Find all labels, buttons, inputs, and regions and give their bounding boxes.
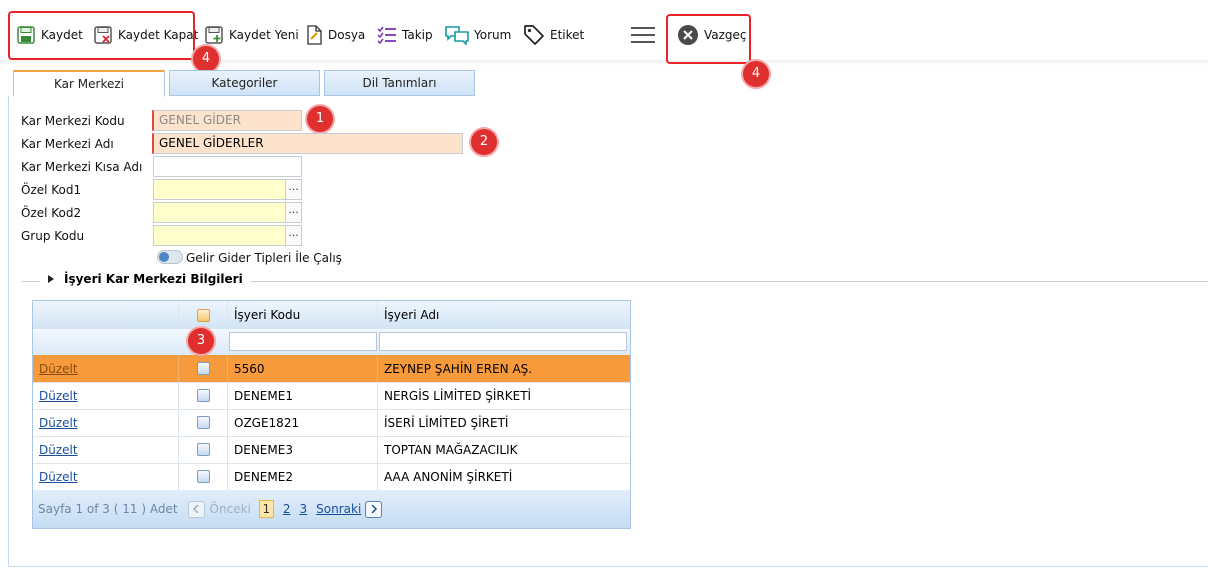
kaydet-yeni-label: Kaydet Yeni <box>229 28 299 42</box>
col-isyeri-kodu[interactable]: İşyeri Kodu <box>228 301 378 329</box>
row-adi: TOPTAN MAĞAZACILIK <box>384 442 518 457</box>
menu-icon[interactable] <box>631 27 655 45</box>
duzelt-link[interactable]: Düzelt <box>39 470 78 484</box>
kisa-adi-input[interactable] <box>153 156 302 177</box>
file-icon <box>307 25 322 45</box>
duzelt-link[interactable]: Düzelt <box>39 443 78 457</box>
badge-4-cancel: 4 <box>743 61 769 87</box>
row-adi: ZEYNEP ŞAHİN EREN AŞ. <box>384 361 533 376</box>
yorum-button[interactable]: Yorum <box>445 22 511 48</box>
adi-label: Kar Merkezi Adı <box>21 137 114 151</box>
takip-label: Takip <box>402 28 433 42</box>
kod-input[interactable]: GENEL GİDER <box>152 110 302 131</box>
chevron-left-icon <box>192 505 199 513</box>
col-isyeri-adi[interactable]: İşyeri Adı <box>378 301 630 329</box>
duzelt-link[interactable]: Düzelt <box>39 362 78 376</box>
etiket-button[interactable]: Etiket <box>523 22 584 48</box>
ozel-kod1-lookup-button[interactable]: ... <box>285 179 302 200</box>
badge-3: 3 <box>188 328 214 354</box>
caret-right-icon <box>48 275 54 283</box>
duzelt-link[interactable]: Düzelt <box>39 389 78 403</box>
dosya-label: Dosya <box>328 28 366 42</box>
comment-icon <box>445 26 469 45</box>
row-kod: DENEME3 <box>228 436 378 463</box>
kod-label: Kar Merkezi Kodu <box>21 114 125 128</box>
kisa-adi-label: Kar Merkezi Kısa Adı <box>21 160 143 174</box>
row-checkbox[interactable] <box>196 443 210 456</box>
checklist-icon <box>377 26 396 45</box>
adi-input[interactable]: GENEL GİDERLER <box>152 133 463 154</box>
grup-kodu-label: Grup Kodu <box>21 229 85 243</box>
ozel-kod2-input[interactable] <box>153 202 286 223</box>
table-row[interactable]: Düzelt DENEME3 TOPTAN MAĞAZACILIK <box>33 436 630 464</box>
dosya-button[interactable]: Dosya <box>305 22 365 48</box>
grid-header-row: İşyeri Kodu İşyeri Adı <box>33 301 630 330</box>
ozel-kod1-input[interactable] <box>153 179 286 200</box>
isyeri-grid: İşyeri Kodu İşyeri Adı Düzelt 5560 ZEYNE… <box>32 300 631 529</box>
prev-page-label: Önceki <box>209 502 251 516</box>
pager: Sayfa 1 of 3 ( 11 ) Adet Önceki 1 2 3 So… <box>33 490 630 528</box>
table-row[interactable]: Düzelt 5560 ZEYNEP ŞAHİN EREN AŞ. <box>33 355 630 383</box>
save-new-icon <box>205 26 223 44</box>
section-header[interactable]: İşyeri Kar Merkezi Bilgileri <box>40 272 251 286</box>
ozel-kod1-label: Özel Kod1 <box>21 183 82 197</box>
gelir-gider-toggle[interactable] <box>157 250 183 264</box>
tab-kategoriler[interactable]: Kategoriler <box>169 70 320 96</box>
highlight-cancel <box>666 14 751 64</box>
page-1[interactable]: 1 <box>258 500 274 518</box>
row-adi: NERGİS LİMİTED ŞİRKETİ <box>384 388 532 403</box>
table-row[interactable]: Düzelt OZGE1821 İSERİ LİMİTED ŞİRETİ <box>33 409 630 437</box>
kaydet-yeni-button[interactable]: Kaydet Yeni <box>204 22 299 48</box>
section-title: İşyeri Kar Merkezi Bilgileri <box>64 272 243 286</box>
filter-row <box>33 329 630 356</box>
tab-kar-merkezi[interactable]: Kar Merkezi <box>13 70 165 97</box>
page-3[interactable]: 3 <box>300 502 308 516</box>
row-adi: İSERİ LİMİTED ŞİRETİ <box>384 415 509 430</box>
tab-dil-tanimlari[interactable]: Dil Tanımları <box>324 70 475 96</box>
yorum-label: Yorum <box>474 28 512 42</box>
select-all-checkbox[interactable] <box>196 308 210 322</box>
ozel-kod2-label: Özel Kod2 <box>21 206 82 220</box>
takip-button[interactable]: Takip <box>377 22 433 48</box>
ozel-kod2-lookup-button[interactable]: ... <box>285 202 302 223</box>
prev-page-button[interactable] <box>187 500 205 518</box>
grup-kodu-input[interactable] <box>153 225 286 246</box>
row-adi: AAA ANONİM ŞİRKETİ <box>384 469 513 484</box>
row-checkbox[interactable] <box>196 416 210 429</box>
row-checkbox[interactable] <box>196 470 210 483</box>
row-kod: OZGE1821 <box>228 409 378 436</box>
pager-info: Sayfa 1 of 3 ( 11 ) Adet <box>38 502 178 516</box>
duzelt-link[interactable]: Düzelt <box>39 416 78 430</box>
row-kod: DENEME2 <box>228 463 378 490</box>
row-checkbox[interactable] <box>196 362 210 375</box>
filter-isyeri-kodu[interactable] <box>229 332 377 351</box>
page-2[interactable]: 2 <box>283 502 291 516</box>
highlight-save-group <box>8 11 195 60</box>
badge-1: 1 <box>307 106 333 132</box>
row-kod: DENEME1 <box>228 382 378 409</box>
next-page-button[interactable] <box>365 500 383 518</box>
etiket-label: Etiket <box>550 28 585 42</box>
header-action-cell <box>33 301 179 329</box>
badge-4-save: 4 <box>193 46 219 72</box>
next-page-link[interactable]: Sonraki <box>316 502 361 516</box>
header-check-cell <box>179 301 228 329</box>
chevron-right-icon <box>371 505 377 513</box>
tag-icon <box>524 25 544 45</box>
table-row[interactable]: Düzelt DENEME1 NERGİS LİMİTED ŞİRKETİ <box>33 382 630 410</box>
grup-kodu-lookup-button[interactable]: ... <box>285 225 302 246</box>
row-kod: 5560 <box>228 355 378 382</box>
gelir-gider-label: Gelir Gider Tipleri İle Çalış <box>186 251 342 265</box>
badge-2: 2 <box>471 129 497 155</box>
table-row[interactable]: Düzelt DENEME2 AAA ANONİM ŞİRKETİ <box>33 463 630 491</box>
filter-isyeri-adi[interactable] <box>379 332 627 351</box>
row-checkbox[interactable] <box>196 389 210 402</box>
